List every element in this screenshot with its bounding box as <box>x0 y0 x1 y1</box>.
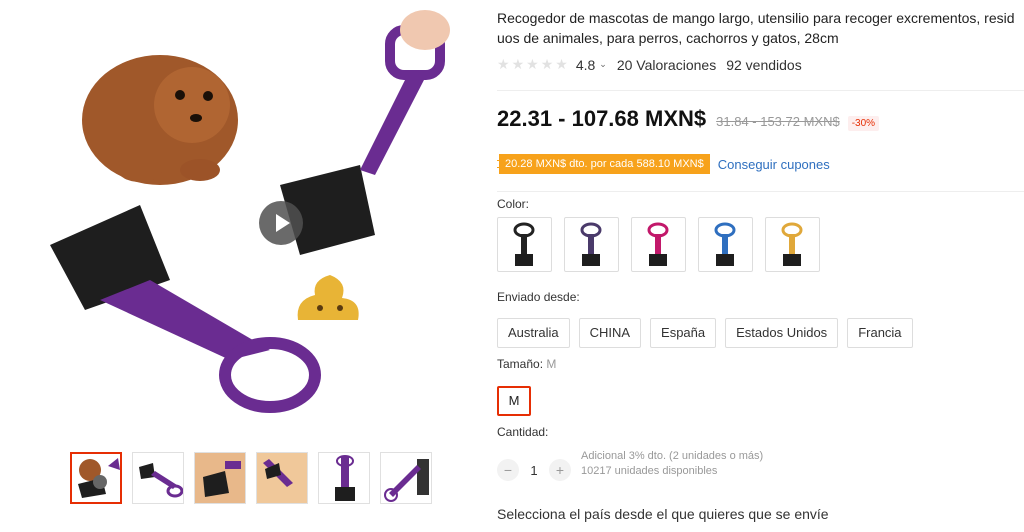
quantity-input[interactable]: 1 <box>519 463 549 478</box>
decrease-quantity-button[interactable]: − <box>497 459 519 481</box>
thumbnail-2[interactable] <box>132 452 184 504</box>
quantity-info: Adicional 3% dto. (2 unidades o más) 102… <box>581 449 763 479</box>
stock-available: 10217 unidades disponibles <box>581 465 718 477</box>
quantity-label: Cantidad: <box>497 425 549 439</box>
color-option-4[interactable] <box>698 217 753 272</box>
ship-from-options: Australia CHINA España Estados Unidos Fr… <box>497 318 913 348</box>
scooper-icon <box>647 222 669 266</box>
color-option-1[interactable] <box>497 217 552 272</box>
thumbnail-6[interactable] <box>380 452 432 504</box>
poop-image <box>297 275 359 320</box>
star-icon: ★ <box>555 56 568 72</box>
play-video-button[interactable] <box>259 201 303 245</box>
size-label-text: Tamaño: <box>497 357 544 371</box>
quantity-stepper: − 1 + <box>497 459 571 481</box>
star-icon: ★ <box>497 56 510 72</box>
ship-from-option[interactable]: CHINA <box>578 318 642 348</box>
star-icon: ★ <box>511 56 525 72</box>
increase-quantity-button[interactable]: + <box>549 459 571 481</box>
scooper-icon <box>580 222 602 266</box>
divider <box>497 191 1024 192</box>
ship-from-option[interactable]: Australia <box>497 318 570 348</box>
size-label: Tamaño: M <box>497 357 556 371</box>
color-label: Color: <box>497 197 530 211</box>
puppy-image <box>82 55 238 185</box>
coupon-badge[interactable]: 20.28 MXN$ dto. por cada 588.10 MXN$ <box>497 154 710 174</box>
chevron-down-icon[interactable]: ⌄ <box>599 59 607 70</box>
coupon-row: 20.28 MXN$ dto. por cada 588.10 MXN$ Con… <box>497 154 830 174</box>
get-coupons-link[interactable]: Conseguir cupones <box>718 157 830 172</box>
size-selected-value: M <box>546 357 557 371</box>
thumbnail-3[interactable] <box>194 452 246 504</box>
star-icon: ★ <box>540 56 554 72</box>
ship-from-option[interactable]: España <box>650 318 717 348</box>
price-row: 22.31 - 107.68 MXN$ 31.84 - 153.72 MXN$ … <box>497 106 880 132</box>
thumbnail-5[interactable] <box>318 452 370 504</box>
scooper-right <box>280 10 450 255</box>
discount-badge: -30% <box>847 116 880 131</box>
product-title: Recogedor de mascotas de mango largo, ut… <box>497 10 1015 46</box>
ship-from-option[interactable]: Francia <box>847 318 913 348</box>
color-option-2[interactable] <box>564 217 619 272</box>
price: 22.31 - 107.68 MXN$ <box>497 106 707 131</box>
color-option-3[interactable] <box>631 217 686 272</box>
product-illustration <box>50 10 450 413</box>
color-option-5[interactable] <box>765 217 820 272</box>
reviews-link[interactable]: 20 Valoraciones <box>617 57 716 73</box>
original-price: 31.84 - 153.72 MXN$ <box>716 114 840 129</box>
bulk-discount-note: Adicional 3% dto. (2 unidades o más) <box>581 450 764 462</box>
rating-value[interactable]: 4.8 <box>576 57 595 73</box>
rating-stars: ★ ★ ★ ★ ★ <box>497 56 568 73</box>
size-option-m[interactable]: M <box>497 386 531 416</box>
thumbnail-strip <box>70 452 432 504</box>
main-product-image[interactable] <box>30 0 470 440</box>
ship-from-option[interactable]: Estados Unidos <box>725 318 839 348</box>
ship-from-label: Enviado desde: <box>497 290 580 304</box>
divider <box>497 90 1024 91</box>
rating-row: ★ ★ ★ ★ ★ 4.8 ⌄ 20 Valoraciones 92 vendi… <box>497 56 802 73</box>
color-options <box>497 217 820 272</box>
thumbnail-4[interactable] <box>256 452 308 504</box>
ship-country-note: Selecciona el país desde el que quieres … <box>497 506 829 522</box>
sold-count: 92 vendidos <box>726 56 802 73</box>
thumbnail-1[interactable] <box>70 452 122 504</box>
product-info: Recogedor de mascotas de mango largo, ut… <box>497 8 1024 522</box>
star-icon: ★ <box>526 56 539 72</box>
scooper-icon <box>781 222 803 266</box>
scooper-icon <box>513 222 535 266</box>
scooper-icon <box>714 222 736 266</box>
